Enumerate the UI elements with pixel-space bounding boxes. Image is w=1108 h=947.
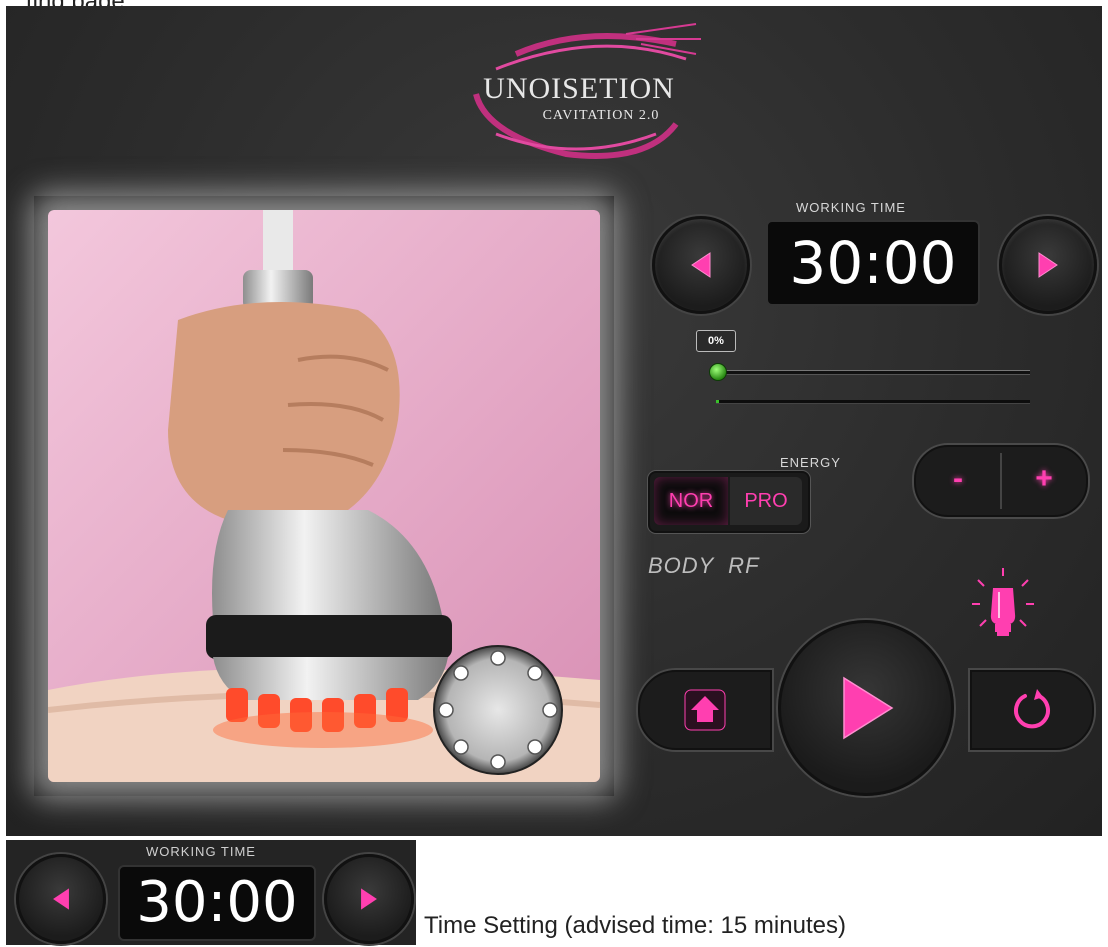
progress-fill [716, 400, 719, 403]
play-icon [843, 676, 894, 740]
energy-plus-button[interactable]: + [1002, 447, 1086, 515]
closeup-increase-button[interactable] [324, 854, 414, 944]
right-arrow-icon [361, 888, 377, 910]
intensity-slider-knob[interactable] [709, 363, 727, 381]
intensity-slider-track[interactable] [718, 370, 1030, 375]
home-button[interactable] [638, 670, 772, 750]
decrease-time-button[interactable] [652, 216, 750, 314]
right-arrow-icon [1038, 252, 1058, 278]
reset-icon [1014, 689, 1050, 729]
treatment-photo [34, 196, 614, 796]
mode-caption: BODY RF [648, 553, 760, 578]
caption-text: Time Setting (advised time: 15 minutes) [424, 912, 846, 939]
closeup-decrease-button[interactable] [16, 854, 106, 944]
lightbulb-icon[interactable] [968, 566, 1038, 638]
mode-toggle: NOR PRO [648, 471, 810, 533]
logo-title: UNOISETION [483, 72, 675, 105]
working-time-label: WORKING TIME [796, 200, 906, 215]
slider-percent-tag: 0% [696, 330, 736, 352]
energy-minus-button[interactable]: - [916, 447, 1000, 515]
increase-time-button[interactable] [999, 216, 1097, 314]
device-panel: UNOISETION CAVITATION 2.0 WORKING TIME 3… [6, 6, 1102, 836]
pro-mode-button[interactable]: PRO [730, 477, 802, 525]
home-icon [684, 689, 726, 731]
left-arrow-icon [691, 252, 711, 278]
closeup-working-time-label: WORKING TIME [146, 844, 256, 859]
energy-label: ENERGY [780, 455, 841, 470]
nor-mode-button[interactable]: NOR [654, 477, 728, 525]
working-time-closeup: WORKING TIME 30:00 [6, 840, 416, 945]
brand-logo: UNOISETION CAVITATION 2.0 [446, 14, 706, 164]
closeup-time-display: 30:00 [118, 865, 316, 941]
reset-button[interactable] [970, 670, 1094, 750]
start-button[interactable] [778, 620, 954, 796]
energy-adjust-group: - + [914, 445, 1088, 517]
working-time-display: 30:00 [766, 220, 980, 306]
left-arrow-icon [53, 888, 69, 910]
cavitation-device-photo [48, 210, 600, 782]
logo-subtitle: CAVITATION 2.0 [542, 108, 660, 123]
progress-bar [716, 400, 1030, 404]
